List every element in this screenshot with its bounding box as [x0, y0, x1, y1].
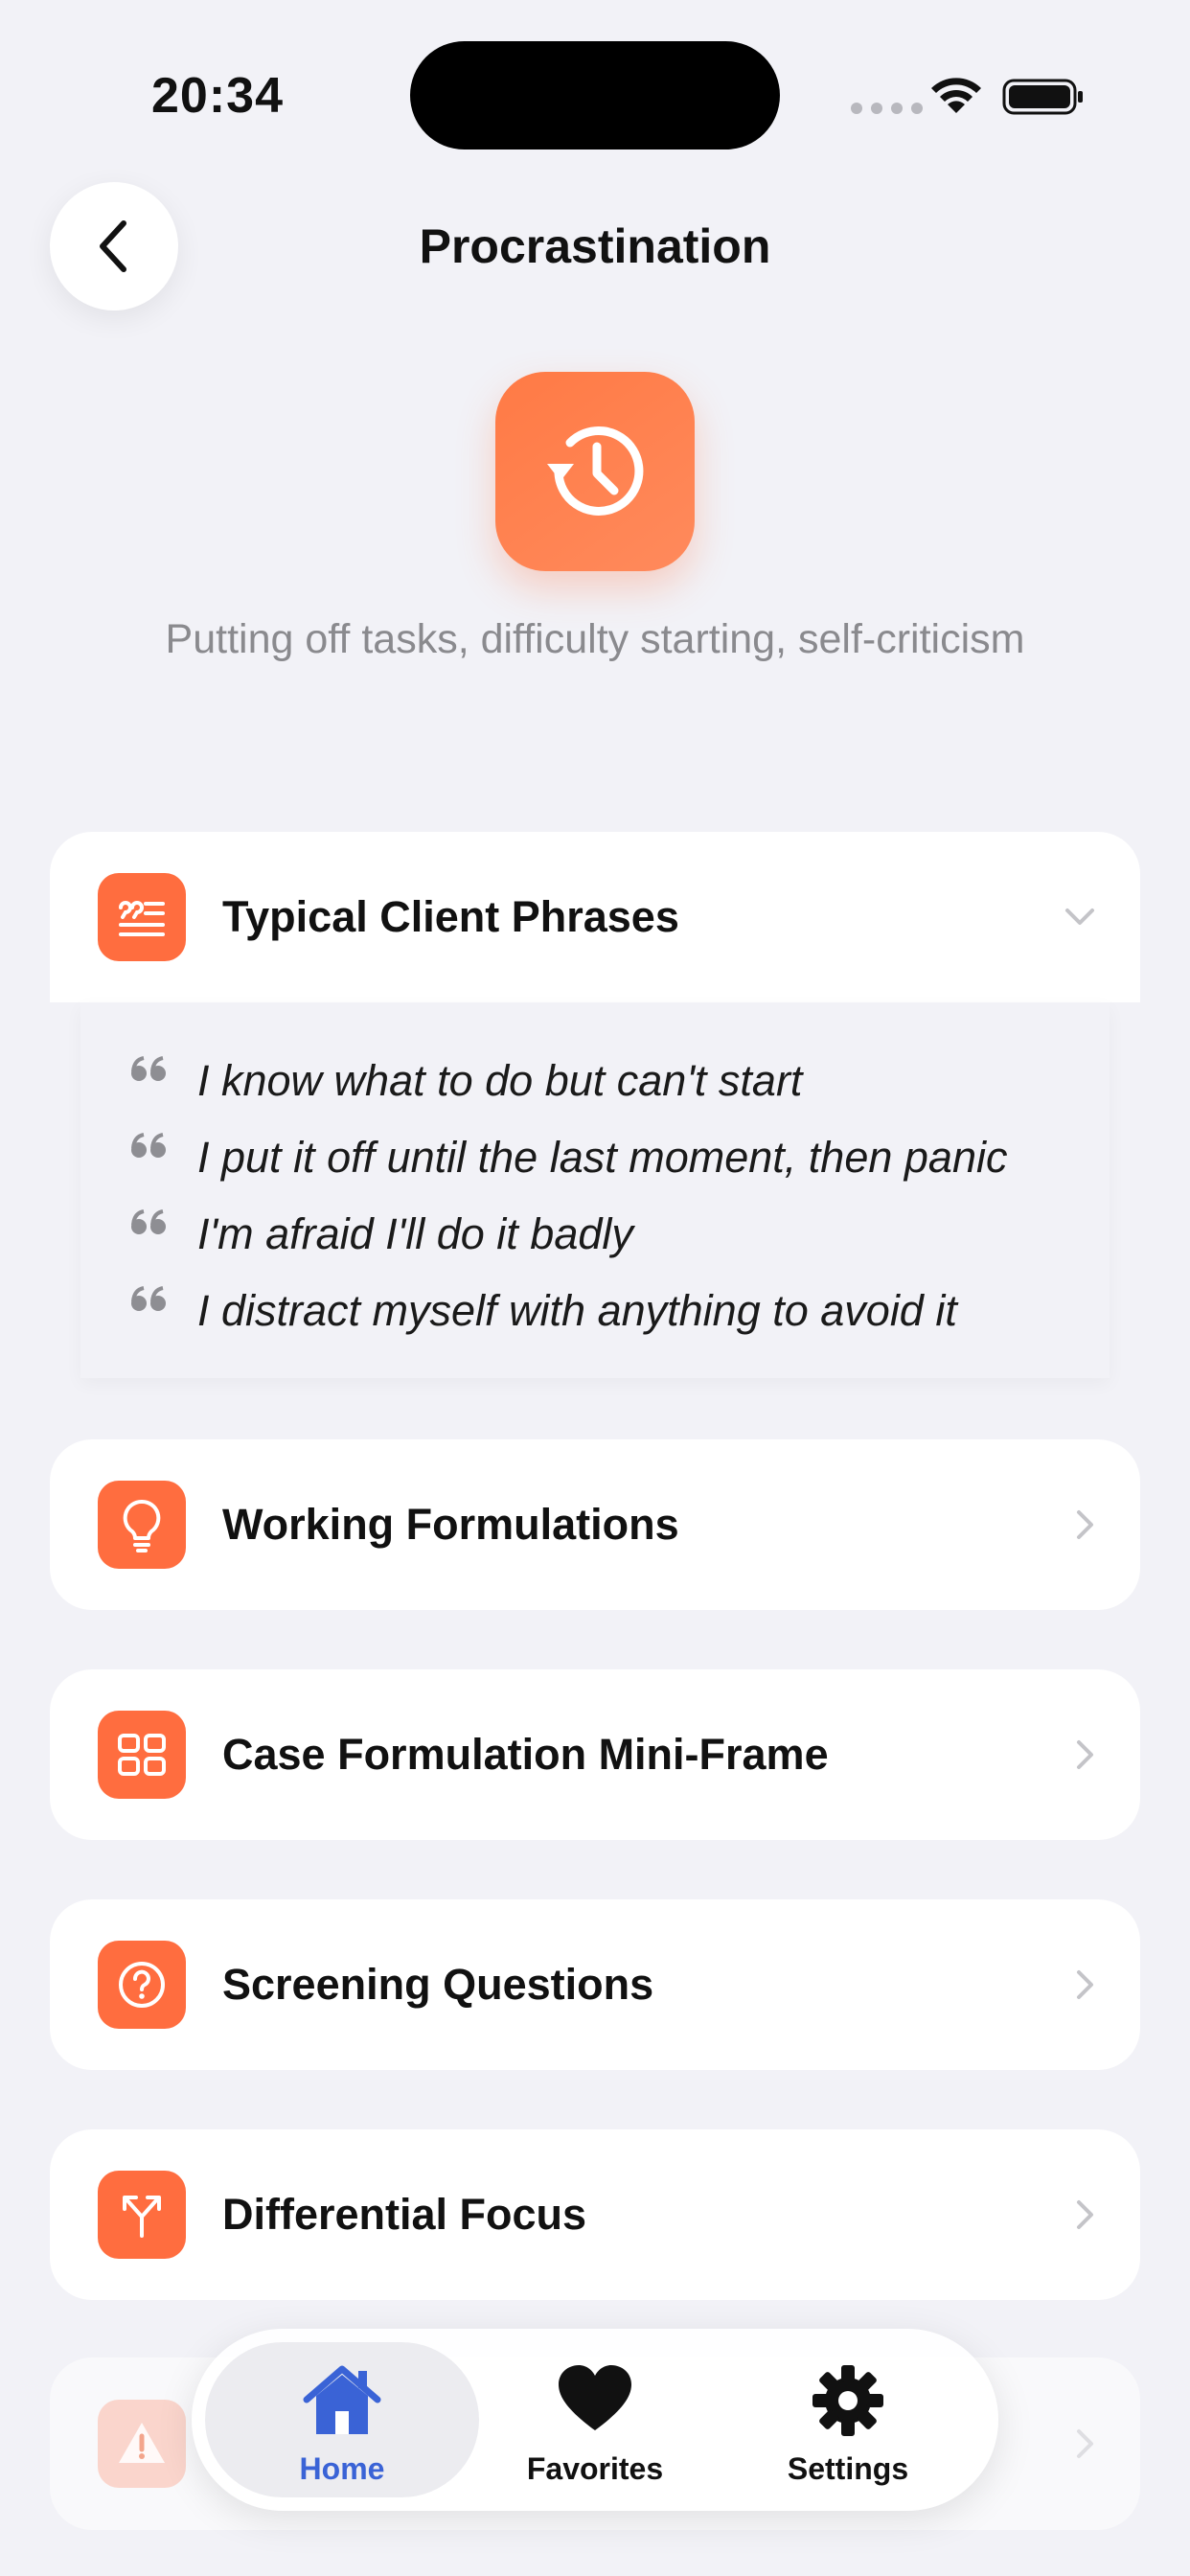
- status-time: 20:34: [151, 68, 284, 124]
- question-circle-icon: [119, 1962, 165, 2008]
- list-item: I put it off until the last moment, then…: [130, 1129, 1007, 1186]
- section-title: Typical Client Phrases: [222, 892, 679, 941]
- gear-icon: [812, 2365, 883, 2436]
- section-screening-questions[interactable]: Screening Questions: [50, 1899, 1140, 2070]
- status-bar: 20:34: [0, 0, 1190, 192]
- section-working-formulations[interactable]: Working Formulations: [50, 1439, 1140, 1610]
- tab-label: Home: [299, 2451, 385, 2486]
- section-title: Screening Questions: [222, 1960, 654, 2009]
- tab-favorites[interactable]: Favorites: [470, 2329, 720, 2511]
- section-icon: [98, 1481, 186, 1569]
- warning-triangle-icon: [119, 2423, 165, 2463]
- section-icon: [98, 1941, 186, 2029]
- phrases-list: I know what to do but can't start I put …: [80, 1002, 1110, 1378]
- house-icon: [303, 2365, 381, 2434]
- clock-history-icon: [547, 426, 644, 516]
- tab-bar: Home Favorites Settings: [192, 2329, 998, 2511]
- quote-mark-icon: [131, 1209, 166, 1234]
- grid-icon: [118, 1734, 166, 1776]
- chevron-down-icon: [1065, 908, 1094, 925]
- client-phrase: I put it off until the last moment, then…: [197, 1133, 1008, 1182]
- section-differential-focus[interactable]: Differential Focus: [50, 2129, 1140, 2300]
- section-typical-client-phrases[interactable]: Typical Client Phrases: [50, 832, 1140, 1002]
- chevron-right-icon: [1077, 1970, 1093, 1999]
- lightbulb-icon: [123, 1499, 161, 1552]
- list-item: I'm afraid I'll do it badly: [130, 1206, 633, 1263]
- client-phrase: I distract myself with anything to avoid…: [197, 1286, 957, 1335]
- quote-mark-icon: [131, 1056, 166, 1081]
- client-phrase: I know what to do but can't start: [197, 1056, 803, 1105]
- quote-mark-icon: [131, 1133, 166, 1158]
- hero-category-icon: [495, 372, 695, 571]
- section-icon: [98, 2400, 186, 2488]
- section-title: Working Formulations: [222, 1500, 679, 1549]
- section-case-formulation-mini-frame[interactable]: Case Formulation Mini-Frame: [50, 1669, 1140, 1840]
- section-icon: [98, 1711, 186, 1799]
- chevron-right-icon: [1077, 2200, 1093, 2229]
- fork-arrows-icon: [123, 2196, 161, 2238]
- section-title: Differential Focus: [222, 2190, 587, 2239]
- quote-list-icon: [119, 901, 165, 936]
- battery-icon: [1002, 79, 1083, 115]
- list-item: I distract myself with anything to avoid…: [130, 1282, 957, 1340]
- page-title: Procrastination: [419, 219, 771, 273]
- heart-icon: [559, 2365, 631, 2430]
- quote-mark-icon: [131, 1286, 166, 1311]
- tab-label: Settings: [787, 2451, 909, 2486]
- client-phrase: I'm afraid I'll do it badly: [197, 1209, 633, 1258]
- section-title: Case Formulation Mini-Frame: [222, 1730, 829, 1779]
- section-icon: [98, 2171, 186, 2259]
- chevron-right-icon: [1077, 1510, 1093, 1539]
- list-item: I know what to do but can't start: [130, 1052, 802, 1110]
- chevron-right-icon: [1077, 1740, 1093, 1769]
- dynamic-island: [410, 41, 780, 150]
- tab-home[interactable]: Home: [217, 2329, 467, 2511]
- section-icon: [98, 873, 186, 961]
- wifi-icon: [931, 78, 981, 113]
- tab-settings[interactable]: Settings: [723, 2329, 973, 2511]
- category-description: Putting off tasks, difficulty starting, …: [165, 616, 1025, 662]
- chevron-right-icon: [1077, 2429, 1093, 2458]
- cellular-signal-icon: [851, 103, 923, 114]
- tab-label: Favorites: [526, 2451, 664, 2486]
